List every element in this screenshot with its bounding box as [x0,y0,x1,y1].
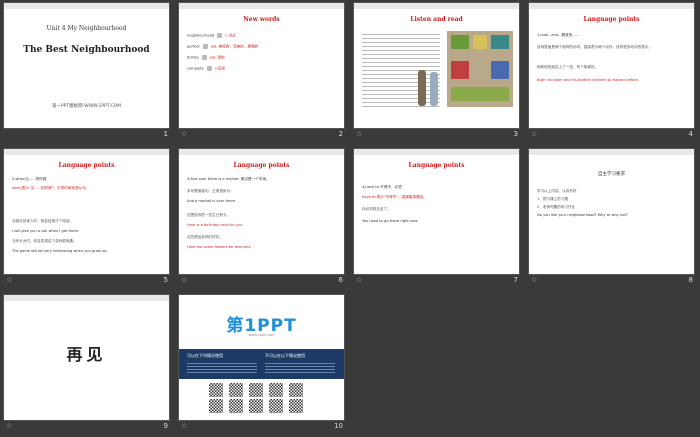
slide-title: Language points [58,162,115,169]
slide-number: 7 [513,276,518,284]
word-row: perfect adj. 美好的；完美的，理想的 [187,44,259,49]
qr-grid [209,383,315,413]
people-image [414,68,444,108]
unit-label: Unit 4 My Neighbourhood [46,25,127,32]
speaker-icon [206,66,212,71]
speaker-icon [202,44,208,49]
slide-title: New words [243,16,280,23]
slide-number: 6 [338,276,343,284]
map-image [447,31,513,107]
slide-thumb-1[interactable]: Unit 4 My Neighbourhood The Best Neighbo… [0,0,174,145]
word-row: complete v.完成 [187,66,225,71]
slide-thumb-8[interactable]: 自主学习要求 学习以上内容，认真写好 1、预习课上的习题 2、老师布置的练习作业… [525,146,699,291]
star-icon[interactable]: ☆ [531,276,537,284]
info-band: 可以在下列情况使用 不可以在以下情况使用 [179,349,344,379]
slide-number: 9 [163,422,168,430]
slide-thumb-3[interactable]: Listen and read ☆ 3 [350,0,524,145]
slide-title: 自主学习要求 [598,172,625,177]
star-icon[interactable]: ☆ [6,276,12,284]
slide-thumb-9[interactable]: 再见 ☆ 9 [0,292,174,437]
slide-number: 2 [338,130,343,138]
star-icon[interactable]: ☆ [356,130,362,138]
slide-title: Language points [583,16,640,23]
slide-number: 8 [688,276,693,284]
slide-thumb-5[interactable]: Language points 2.when当......的时候 when表示"… [0,146,174,291]
speaker-icon [201,55,207,60]
star-icon[interactable]: ☆ [6,422,12,430]
star-icon[interactable]: ☆ [181,422,187,430]
slide-thumb-10[interactable]: 第1PPT www.1ppt.com 可以在下列情况使用 不可以在以下情况使用 … [175,292,349,437]
star-icon[interactable]: ☆ [531,130,537,138]
slide-number: 3 [513,130,518,138]
word-row: neighbourhood n.邻近 [187,33,236,38]
col1-title: 可以在下列情况使用 [187,353,223,358]
slide-title: The Best Neighbourhood [23,45,150,55]
slide-title: Language points [233,162,290,169]
slide-number: 4 [688,130,693,138]
slide-thumb-2[interactable]: New words neighbourhood n.邻近 perfect adj. … [175,0,349,145]
tagline: www.1ppt.com [248,333,275,337]
slide-footer: 第一PPT模板网-WWW.1PPT.COM [51,104,122,109]
slide-title: 再见 [66,345,107,364]
slide-title: Language points [408,162,465,169]
speaker-icon [217,33,223,38]
slide-number: 5 [163,276,168,284]
slide-thumb-4[interactable]: Language points 1.look...and...看谁的......… [525,0,699,145]
word-row: thirsty adj. 渴的 [187,55,225,60]
col2-title: 不可以在以下情况使用 [265,353,305,358]
slide-title: Listen and read [410,16,463,23]
star-icon[interactable]: ☆ [181,276,187,284]
slide-thumb-7[interactable]: Language points 4.have to 不得不，必须 have to… [350,146,524,291]
star-icon[interactable]: ☆ [181,130,187,138]
slide-thumb-6[interactable]: Language points 3.And over there is a ma… [175,146,349,291]
slide-number: 1 [163,130,168,138]
star-icon[interactable]: ☆ [356,276,362,284]
slide-number: 10 [334,422,343,430]
